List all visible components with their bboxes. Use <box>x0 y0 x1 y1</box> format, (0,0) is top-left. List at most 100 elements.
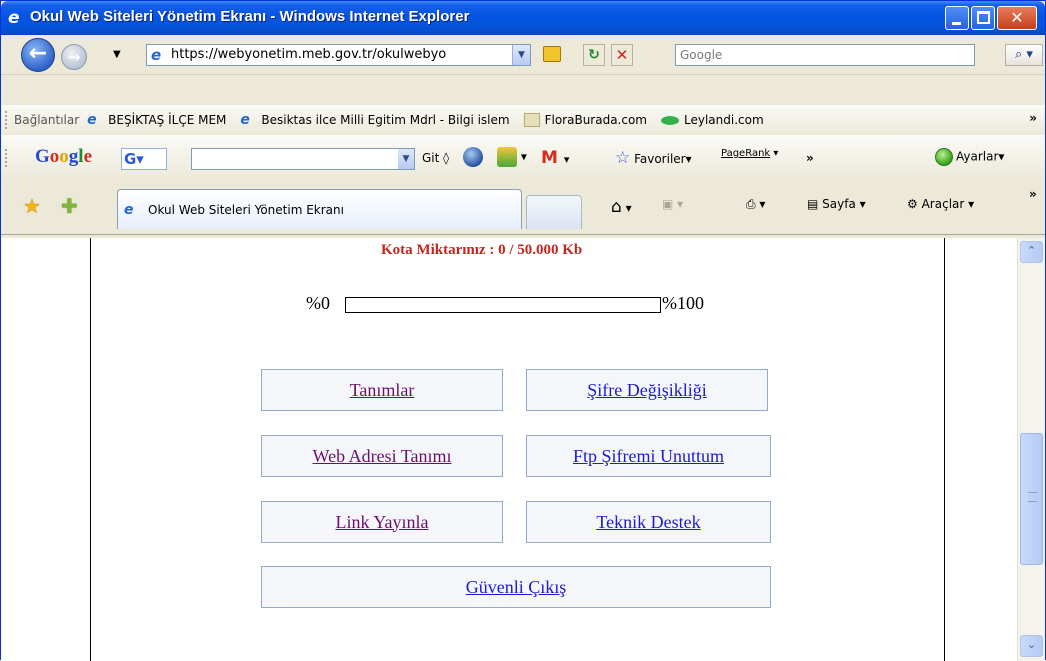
tools-label: Araçlar <box>921 197 965 211</box>
favorites-label: Favoriler <box>634 152 686 166</box>
forward-button[interactable]: → <box>61 44 87 70</box>
feeds-button[interactable]: ▣ ▾ <box>662 197 683 211</box>
tools-menu[interactable]: ⚙ Araçlar ▾ <box>907 197 974 211</box>
vertical-scrollbar[interactable]: ⌃ ⌄ <box>1017 238 1045 661</box>
home-icon: ⌂ <box>611 197 622 217</box>
ie-page-icon: e <box>240 112 250 128</box>
links-overflow-chevron[interactable]: » <box>1029 111 1037 125</box>
security-lock-icon[interactable] <box>543 46 561 62</box>
star-outline-icon: ☆ <box>615 148 631 168</box>
page-label: Sayfa <box>822 197 856 211</box>
google-g-icon: G▾ <box>124 150 144 168</box>
window-title: Okul Web Siteleri Yönetim Ekranı - Windo… <box>30 8 470 25</box>
close-button[interactable]: ✕ <box>997 6 1037 30</box>
tab-label: Okul Web Siteleri Yönetim Ekranı <box>148 203 344 217</box>
address-field[interactable]: e https://webyonetim.meb.gov.tr/okulweby… <box>146 44 531 66</box>
secure-exit-link[interactable]: Güvenli Çıkış <box>261 566 771 608</box>
google-toolbar: Google G▾ ▼ Git ◊ ▾ M ▾ ☆ Favoriler▾ Pag… <box>1 135 1045 181</box>
ie-logo-icon: e <box>8 8 20 28</box>
print-icon: ⎙ <box>746 197 756 211</box>
page-menu[interactable]: ▤ Sayfa ▾ <box>807 197 866 211</box>
close-icon: ✕ <box>1010 8 1024 27</box>
browser-window: e Okul Web Siteleri Yönetim Ekranı - Win… <box>0 0 1046 661</box>
title-bar[interactable]: e Okul Web Siteleri Yönetim Ekranı - Win… <box>1 1 1045 35</box>
flora-favicon <box>523 113 540 127</box>
ftp-forgot-password-link[interactable]: Ftp Şifremi Unuttum <box>526 435 771 477</box>
navigation-bar: ← → ▼ e https://webyonetim.meb.gov.tr/ok… <box>1 35 1045 75</box>
tab-okul-web-siteleri[interactable]: e Okul Web Siteleri Yönetim Ekranı <box>117 189 522 229</box>
ie-page-icon: e <box>87 112 97 128</box>
home-button[interactable]: ⌂ ▾ <box>611 197 632 217</box>
pagerank-menu[interactable]: PageRank ▾ <box>721 148 778 159</box>
new-tab-button[interactable] <box>526 195 582 229</box>
leaf-favicon <box>661 115 679 125</box>
page-favicon-icon: e <box>151 46 162 64</box>
recent-pages-dropdown-icon[interactable]: ▼ <box>113 49 121 60</box>
google-search-dropdown-icon[interactable]: ▼ <box>398 149 414 169</box>
publish-link-link[interactable]: Link Yayınla <box>261 501 503 543</box>
maximize-icon <box>977 11 990 24</box>
google-globe-icon[interactable] <box>463 147 483 167</box>
tab-bar: ★ ✚ e Okul Web Siteleri Yönetim Ekranı ⌂… <box>1 181 1045 235</box>
minimize-icon <box>952 22 961 25</box>
link-item-bilgi-islem[interactable]: e Besiktas ilce Milli Egitim Mdrl - Bilg… <box>240 112 509 128</box>
print-button[interactable]: ⎙ ▾ <box>746 197 765 212</box>
chevron-up-icon: ⌃ <box>1026 244 1037 257</box>
settings-label: Ayarlar <box>956 149 999 164</box>
google-logo[interactable]: Google <box>35 146 92 168</box>
stop-button[interactable]: ✕ <box>611 44 633 66</box>
tab-ie-icon: e <box>124 202 134 218</box>
pagerank-label: PageRank <box>721 148 771 159</box>
search-button[interactable]: ⌕ ▾ <box>1005 44 1043 66</box>
settings-menu[interactable]: Ayarlar▾ <box>935 148 1004 166</box>
link-label: Leylandi.com <box>684 113 764 127</box>
links-bar: Bağlantılar e BEŞİKTAŞ İLÇE MEM e Besikt… <box>1 105 1045 135</box>
extensions-puzzle-icon[interactable]: ▾ <box>497 147 527 167</box>
quota-progress-bar <box>345 297 661 313</box>
maximize-button[interactable] <box>971 6 995 30</box>
scroll-thumb[interactable] <box>1020 433 1043 565</box>
gear-icon: ⚙ <box>907 197 918 211</box>
tech-support-link[interactable]: Teknik Destek <box>526 501 771 543</box>
add-favorites-icon[interactable]: ✚ <box>61 194 78 218</box>
link-label: FloraBurada.com <box>544 113 647 127</box>
chevron-down-icon: ⌄ <box>1026 638 1037 651</box>
google-go-button[interactable]: Git ◊ <box>422 151 449 165</box>
refresh-button[interactable]: ↻ <box>583 44 605 66</box>
scroll-up-button[interactable]: ⌃ <box>1020 241 1043 263</box>
favorites-menu[interactable]: ☆ Favoriler▾ <box>615 148 692 168</box>
google-menu-button[interactable]: G▾ <box>121 148 167 170</box>
toolbar-grip[interactable] <box>5 111 8 129</box>
rss-icon: ▣ <box>662 197 674 211</box>
page-viewport: Kota Miktarınız : 0 / 50.000 Kb %0 %100 … <box>1 238 1045 661</box>
link-item-floraburada[interactable]: FloraBurada.com <box>523 113 647 127</box>
back-button[interactable]: ← <box>21 38 55 72</box>
favorites-center-icon[interactable]: ★ <box>23 194 41 218</box>
content-left-border <box>90 238 91 661</box>
web-address-link[interactable]: Web Adresi Tanımı <box>261 435 503 477</box>
stop-icon: ✕ <box>615 46 629 64</box>
definitions-link[interactable]: Tanımlar <box>261 369 503 411</box>
link-item-leylandi[interactable]: Leylandi.com <box>661 113 764 127</box>
quota-text: Kota Miktarınız : 0 / 50.000 Kb <box>381 242 583 258</box>
search-input[interactable]: Google <box>675 44 975 66</box>
toolbar-grip[interactable] <box>5 149 8 167</box>
scroll-grip-icon <box>1028 492 1037 502</box>
search-placeholder: Google <box>680 48 723 62</box>
google-search-input[interactable]: ▼ <box>191 148 415 170</box>
google-overflow-chevron[interactable]: » <box>806 151 814 165</box>
gmail-icon[interactable]: M ▾ <box>541 148 569 168</box>
scroll-down-button[interactable]: ⌄ <box>1020 635 1043 657</box>
link-label: Besiktas ilce Milli Egitim Mdrl - Bilgi … <box>261 113 510 127</box>
command-overflow-chevron[interactable]: » <box>1029 187 1037 201</box>
link-item-besiktas-mem[interactable]: e BEŞİKTAŞ İLÇE MEM <box>87 112 226 128</box>
address-url: https://webyonetim.meb.gov.tr/okulwebyo <box>171 47 447 62</box>
minimize-button[interactable] <box>945 6 969 30</box>
go-label: Git <box>422 151 440 165</box>
page-icon: ▤ <box>807 197 819 211</box>
forward-arrow-icon: → <box>67 48 81 66</box>
back-arrow-icon: ← <box>28 41 48 66</box>
address-dropdown-icon[interactable]: ▼ <box>512 45 530 65</box>
progress-max-label: %100 <box>662 293 704 313</box>
password-change-link[interactable]: Şifre Değişikliği <box>526 369 768 411</box>
